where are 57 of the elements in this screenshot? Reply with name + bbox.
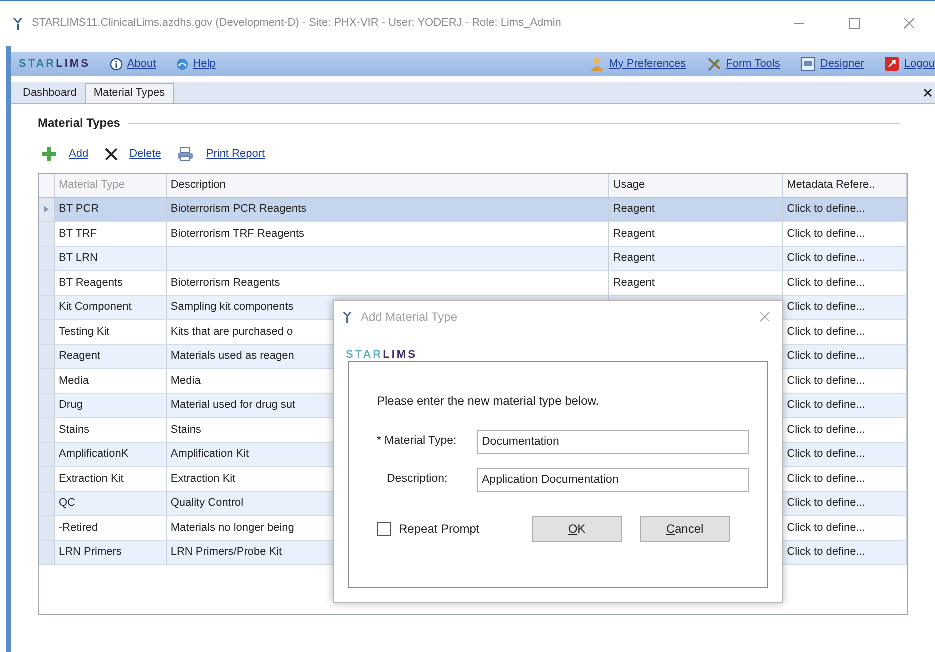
field-label: * Material Type: — [377, 434, 458, 450]
table-cell-text: Click to define... — [787, 447, 866, 462]
table-cell-text: Click to define... — [787, 472, 866, 486]
dialog-logo: STAR LIMS — [346, 350, 418, 361]
table-cell-text: Reagent — [613, 226, 655, 242]
table-cell-text: Media — [58, 374, 89, 388]
table-cell-text: Kits that are purchased o — [170, 324, 294, 340]
table-cell-text: Stains — [58, 422, 90, 438]
table-cell-text: Sampling kit components — [170, 300, 294, 315]
table-cell-text: Bioterrorism PCR Reagents — [170, 202, 307, 217]
table-cell-text: Click to define... — [787, 324, 866, 340]
table-cell-text: Click to define... — [787, 226, 866, 242]
group-title: Material Types — [38, 115, 120, 132]
table-cell-text: Reagent — [613, 251, 655, 266]
table-cell-text: Click to define... — [787, 202, 866, 217]
table-cell-text: Bioterrorism Reagents — [170, 276, 280, 290]
table-cell-text: Click to define... — [787, 422, 866, 438]
table-cell-text: Extraction Kit — [58, 472, 124, 486]
table-cell-text: Reagent — [613, 276, 655, 290]
table-cell-text: Stains — [170, 422, 202, 438]
table-cell-text: Testing Kit — [58, 324, 110, 340]
toolbar-logo: STAR LIMS — [19, 58, 90, 70]
table-cell-text: Extraction Kit — [170, 472, 236, 486]
table-cell-text: Quality Control — [170, 496, 244, 511]
field-label: Description: — [386, 472, 449, 488]
table-cell-text: Click to define... — [787, 374, 866, 388]
window-title: STARLIMS11.ClinicalLims.azdhs.gov (Development-D) - Site: PHX-VIR - User: YODERJ - Role: Lims_Admin — [32, 16, 562, 32]
table-cell-text: Click to define... — [787, 349, 866, 364]
checkbox-label: Repeat Prompt — [399, 521, 480, 538]
table-cell-text: Click to define... — [787, 251, 866, 266]
table-cell-text: Click to define... — [787, 545, 866, 560]
table-cell-text: LRN Primers — [58, 545, 122, 560]
table-cell-text: Drug — [58, 398, 83, 413]
table-cell-text: Click to define... — [787, 300, 866, 315]
table-cell-text: QC — [58, 496, 76, 511]
table-cell-text: -Retired — [58, 520, 98, 536]
table-cell-text: BT PCR — [58, 202, 100, 217]
prompt-text: Please enter the new material type below. — [377, 393, 600, 410]
table-cell-text: BT Reagents — [58, 276, 123, 290]
table-cell-text: Media — [170, 374, 201, 388]
table-cell-text: Material used for drug sut — [170, 398, 296, 413]
table-cell-text: Bioterrorism TRF Reagents — [170, 226, 305, 242]
table-cell-text: Click to define... — [787, 276, 866, 290]
table-cell-text: Reagent — [613, 202, 655, 217]
table-cell-text: BT LRN — [58, 251, 98, 266]
table-cell-text: LRN Primers/Probe Kit — [170, 545, 282, 560]
table-cell-text: Materials no longer being — [170, 520, 294, 536]
table-cell-text: Reagent — [58, 349, 101, 364]
table-cell-text: Kit Component — [58, 300, 132, 315]
table-cell-text: Amplification Kit — [170, 447, 250, 462]
table-cell-text: Click to define... — [787, 398, 866, 413]
table-cell-text: BT TRF — [58, 226, 98, 242]
table-cell-text: Click to define... — [787, 520, 866, 536]
dialog-title: Add Material Type — [361, 309, 458, 326]
table-cell-text: Materials used as reagen — [170, 349, 294, 364]
table-cell-text: Click to define... — [787, 496, 866, 511]
table-cell-text: AmplificationK — [58, 447, 129, 462]
